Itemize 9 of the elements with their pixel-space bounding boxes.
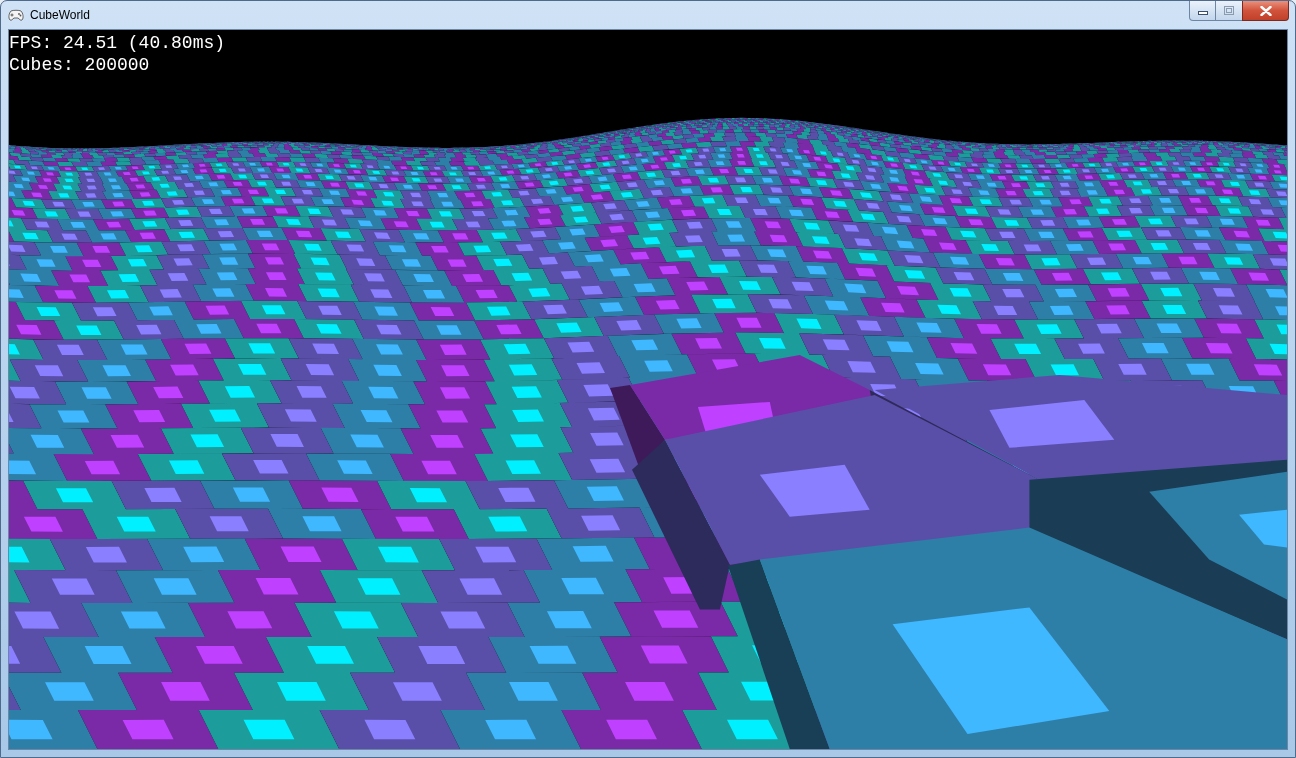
- close-button[interactable]: [1242, 1, 1289, 21]
- minimize-icon: [1197, 10, 1208, 15]
- maximize-icon: [1224, 6, 1234, 15]
- hud-stat-text: Cubes: 200000: [9, 54, 151, 76]
- close-icon: [1259, 5, 1272, 16]
- hud-stat-text: FPS: 24.51 (40.80ms): [9, 32, 226, 54]
- gamepad-icon: [8, 8, 24, 22]
- window-title: CubeWorld: [30, 7, 90, 23]
- minimize-button[interactable]: [1189, 1, 1216, 21]
